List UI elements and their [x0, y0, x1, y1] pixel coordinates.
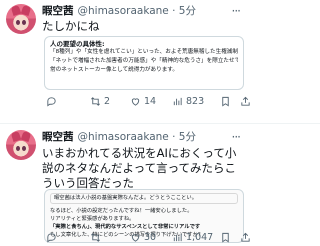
- quote-line: なるほど、小説の設定だったんですね！一緒安心しました。: [50, 208, 193, 214]
- retweet-button[interactable]: 2: [90, 96, 110, 107]
- share-button[interactable]: [240, 96, 251, 107]
- quote-heading: 人の要望の具体性:: [50, 40, 105, 48]
- heart-icon: [131, 98, 140, 106]
- author-name[interactable]: 暇空茜: [42, 5, 74, 17]
- more-icon[interactable]: ···: [232, 130, 242, 144]
- tweet-header: 暇空茜 @himasoraakane · 5分 ···: [42, 4, 246, 18]
- share-button[interactable]: [240, 232, 251, 243]
- tweet-text: たしかにね: [42, 19, 100, 33]
- quote-line: リアリティと緊張感がありますね。: [50, 216, 135, 222]
- share-icon: [241, 232, 250, 242]
- tweet-time: 5分: [178, 131, 196, 143]
- retweet-icon: [91, 97, 100, 106]
- bookmark-icon: [222, 232, 229, 243]
- author-handle[interactable]: @himasoraakane · 5分: [78, 131, 196, 143]
- tweet-text: いまおかれてる状況をAIにおくって小説のネタなんだよって言ってみたらこういう回答…: [42, 146, 237, 190]
- like-button[interactable]: 30: [130, 232, 156, 243]
- views-count: 1,047: [186, 232, 214, 243]
- reply-icon: [47, 233, 56, 243]
- quote-prompt-box: 暇空茜は法人小説の基盤実際なんだよ。どうとうこことい。: [50, 193, 238, 204]
- tweet[interactable]: 暇空茜 @himasoraakane · 5分 ··· いまおかれてる状況をAIに…: [0, 124, 250, 245]
- quoted-image[interactable]: 人の要望の具体性: 「8種列」や「女性を虐れてこい」といった、およそ荒唐無稽した…: [44, 36, 244, 90]
- tweet-time: 5分: [178, 5, 196, 17]
- bookmark-icon: [222, 96, 229, 107]
- views-icon: [173, 97, 182, 106]
- views-button[interactable]: 1,047: [172, 232, 213, 243]
- views-button[interactable]: 823: [172, 96, 204, 107]
- tweet-header: 暇空茜 @himasoraakane · 5分 ···: [42, 130, 246, 144]
- like-button[interactable]: 14: [130, 96, 156, 107]
- like-count: 30: [144, 232, 157, 243]
- reply-button[interactable]: [46, 96, 60, 107]
- retweet-count: 2: [104, 96, 111, 107]
- bookmark-button[interactable]: [220, 96, 231, 107]
- quote-line: 「8種列」や「女性を虐れてこい」といった、およそ荒唐無稽した生権減制な要求は、よ: [50, 49, 238, 55]
- heart-icon: [131, 234, 140, 242]
- quote-line: 「ネットで増幅された加害者の万能感」や「精神的な危うさ」を際立たせていて、気: [50, 58, 238, 64]
- views-icon: [173, 233, 182, 242]
- share-icon: [241, 96, 250, 106]
- tweet[interactable]: 暇空茜 @himasoraakane · 5分 ··· たしかにね 人の要望の具体…: [0, 0, 250, 124]
- more-icon[interactable]: ···: [232, 4, 242, 18]
- reply-icon: [47, 97, 56, 107]
- views-count: 823: [186, 96, 205, 107]
- tweet-actions: 2 14 823: [42, 96, 250, 110]
- avatar[interactable]: [6, 4, 36, 34]
- reply-button[interactable]: [46, 232, 60, 243]
- quote-line: 常のネットストーカー像として説得力があります。: [50, 67, 178, 73]
- retweet-button[interactable]: [90, 232, 104, 243]
- author-name[interactable]: 暇空茜: [42, 131, 74, 143]
- avatar[interactable]: [6, 130, 36, 160]
- bookmark-button[interactable]: [220, 232, 231, 243]
- quote-line: 「実際と食ちん」、現代的なサスペンスとして非常にリアルです: [50, 224, 201, 230]
- like-count: 14: [144, 96, 157, 107]
- tweet-actions: 30 1,047: [42, 232, 250, 246]
- author-handle[interactable]: @himasoraakane · 5分: [78, 5, 196, 17]
- retweet-icon: [91, 233, 100, 242]
